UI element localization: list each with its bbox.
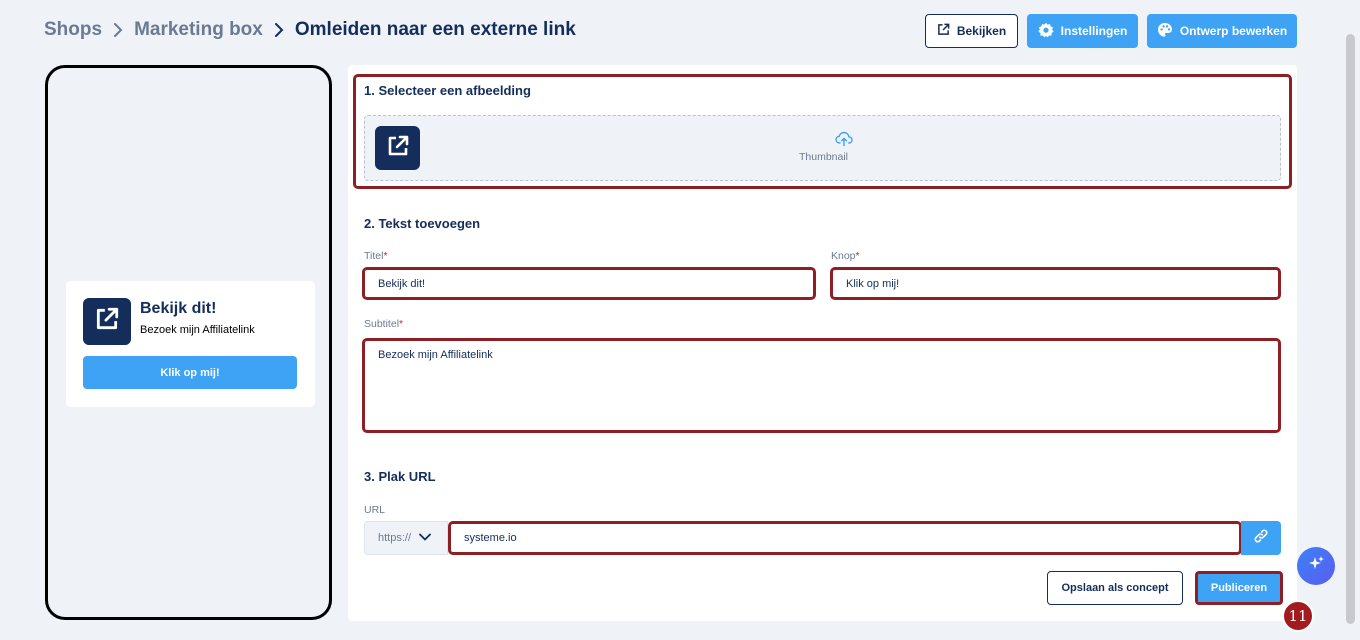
url-field-label: URL bbox=[364, 504, 386, 516]
ai-assistant-button[interactable] bbox=[1297, 547, 1335, 585]
title-label-text: Titel bbox=[364, 250, 384, 262]
link-icon bbox=[1253, 528, 1269, 549]
subtitle-label-text: Subtitel bbox=[364, 318, 400, 330]
upload-cloud-icon bbox=[835, 131, 853, 152]
preview-cta-button[interactable]: Klik op mij! bbox=[83, 356, 297, 389]
button-label-text: Knop bbox=[831, 250, 856, 262]
subtitle-field-label: Subtitel* bbox=[364, 318, 403, 330]
button-field-label: Knop* bbox=[831, 250, 860, 262]
title-input-value: Bekijk dit! bbox=[378, 277, 426, 290]
preview-title: Bekijk dit! bbox=[140, 300, 217, 317]
mobile-preview: Bekijk dit! Bezoek mijn Affiliatelink Kl… bbox=[45, 65, 332, 620]
subtitle-textarea-value: Bezoek mijn Affiliatelink bbox=[378, 349, 493, 361]
publish-button[interactable]: Publiceren bbox=[1195, 571, 1283, 605]
section-image-title: 1. Selecteer een afbeelding bbox=[364, 83, 531, 98]
view-button[interactable]: Bekijken bbox=[925, 14, 1018, 48]
settings-button[interactable]: Instellingen bbox=[1027, 14, 1138, 48]
breadcrumb-marketing-box[interactable]: Marketing box bbox=[134, 19, 263, 41]
breadcrumb-shops[interactable]: Shops bbox=[44, 19, 102, 41]
url-input-value: systeme.io bbox=[464, 532, 517, 544]
preview-card: Bekijk dit! Bezoek mijn Affiliatelink Kl… bbox=[66, 281, 315, 407]
thumbnail-upload[interactable]: Thumbnail bbox=[364, 115, 1281, 181]
save-draft-button[interactable]: Opslaan als concept bbox=[1047, 571, 1183, 605]
required-mark: * bbox=[399, 318, 404, 330]
button-text-input[interactable]: Klik op mij! bbox=[830, 267, 1281, 300]
external-link-icon bbox=[937, 23, 950, 39]
step-number-badge: 11 bbox=[1282, 600, 1314, 632]
preview-thumbnail bbox=[83, 298, 131, 345]
subtitle-textarea[interactable]: Bezoek mijn Affiliatelink bbox=[362, 338, 1281, 433]
scrollbar-thumb[interactable] bbox=[1346, 34, 1355, 624]
edit-design-button-label: Ontwerp bewerken bbox=[1179, 24, 1288, 38]
page-title: Omleiden naar een externe link bbox=[294, 19, 576, 40]
section-url-title: 3. Plak URL bbox=[364, 469, 436, 484]
gear-icon bbox=[1038, 22, 1054, 41]
view-button-label: Bekijken bbox=[956, 24, 1007, 38]
url-scheme-select[interactable]: https:// bbox=[364, 521, 448, 555]
chevron-right-icon bbox=[113, 23, 123, 37]
breadcrumb: Shops Marketing box Omleiden naar een ex… bbox=[44, 19, 576, 41]
title-field-label: Titel* bbox=[364, 250, 388, 262]
required-mark: * bbox=[383, 250, 388, 262]
link-button[interactable] bbox=[1241, 521, 1281, 555]
thumbnail-preview bbox=[375, 126, 420, 170]
chevron-down-icon bbox=[419, 532, 431, 544]
sparkle-icon bbox=[1306, 554, 1326, 579]
external-link-icon bbox=[94, 306, 120, 337]
preview-subtitle: Bezoek mijn Affiliatelink bbox=[140, 324, 255, 336]
button-input-value: Klik op mij! bbox=[846, 277, 900, 290]
chevron-right-icon bbox=[274, 23, 284, 37]
palette-icon bbox=[1157, 22, 1173, 41]
section-text-title: 2. Tekst toevoegen bbox=[364, 216, 481, 231]
title-input[interactable]: Bekijk dit! bbox=[362, 267, 816, 300]
edit-design-button[interactable]: Ontwerp bewerken bbox=[1147, 14, 1297, 48]
form-panel: 1. Selecteer een afbeelding Thumbnail 2.… bbox=[348, 65, 1297, 621]
required-mark: * bbox=[855, 250, 860, 262]
settings-button-label: Instellingen bbox=[1060, 24, 1128, 38]
url-scheme-value: https:// bbox=[378, 532, 412, 544]
thumbnail-label: Thumbnail bbox=[798, 151, 849, 163]
url-input[interactable]: systeme.io bbox=[448, 521, 1242, 555]
